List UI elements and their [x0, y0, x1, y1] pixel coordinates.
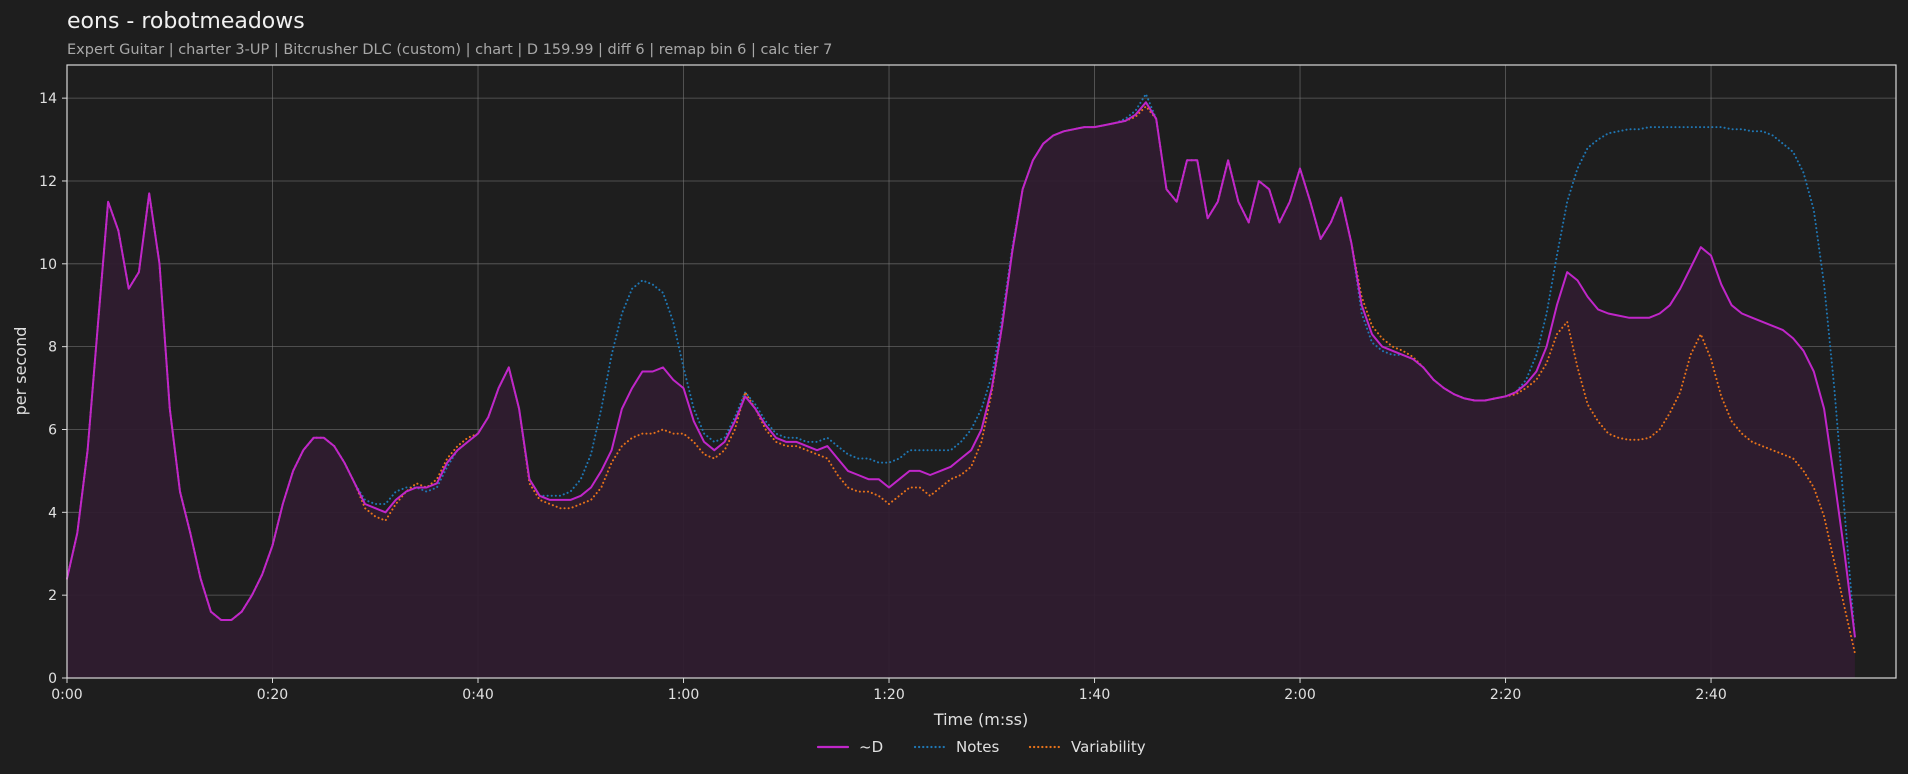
y-tick-label: 0: [48, 671, 57, 687]
chart-title: eons - robotmeadows: [67, 9, 305, 34]
legend-label: ~D: [859, 738, 883, 756]
x-tick-label: 1:00: [668, 687, 699, 703]
y-tick-label: 12: [39, 174, 57, 190]
chart: eons - robotmeadows Expert Guitar | char…: [11, 9, 1897, 756]
legend-label: Variability: [1071, 738, 1146, 756]
y-axis-label: per second: [11, 327, 30, 416]
legend: ~D Notes Variability: [816, 738, 1146, 756]
legend-label: Notes: [956, 738, 1000, 756]
x-tick-label: 0:20: [257, 687, 288, 703]
y-tick-label: 6: [48, 422, 57, 438]
y-tick-label: 14: [39, 91, 57, 107]
fill-area: [67, 102, 1855, 679]
y-ticks: 0 2 4 6 8 10 12 14: [39, 91, 67, 687]
x-tick-label: 2:40: [1695, 687, 1726, 703]
y-tick-label: 4: [48, 505, 57, 521]
d-fill-area: [67, 102, 1855, 679]
x-ticks: 0:00 0:20 0:40 1:00 1:20 1:40 2:00 2:20 2:40: [51, 678, 1727, 703]
x-tick-label: 0:00: [51, 687, 82, 703]
x-tick-label: 2:20: [1490, 687, 1521, 703]
y-tick-label: 10: [39, 257, 57, 273]
y-tick-label: 8: [48, 340, 57, 356]
x-tick-label: 1:20: [873, 687, 904, 703]
x-tick-label: 0:40: [462, 687, 493, 703]
x-tick-label: 2:00: [1284, 687, 1315, 703]
chart-subtitle: Expert Guitar | charter 3-UP | Bitcrushe…: [67, 42, 832, 58]
x-tick-label: 1:40: [1079, 687, 1110, 703]
y-tick-label: 2: [48, 588, 57, 604]
x-axis-label: Time (m:ss): [933, 710, 1028, 729]
